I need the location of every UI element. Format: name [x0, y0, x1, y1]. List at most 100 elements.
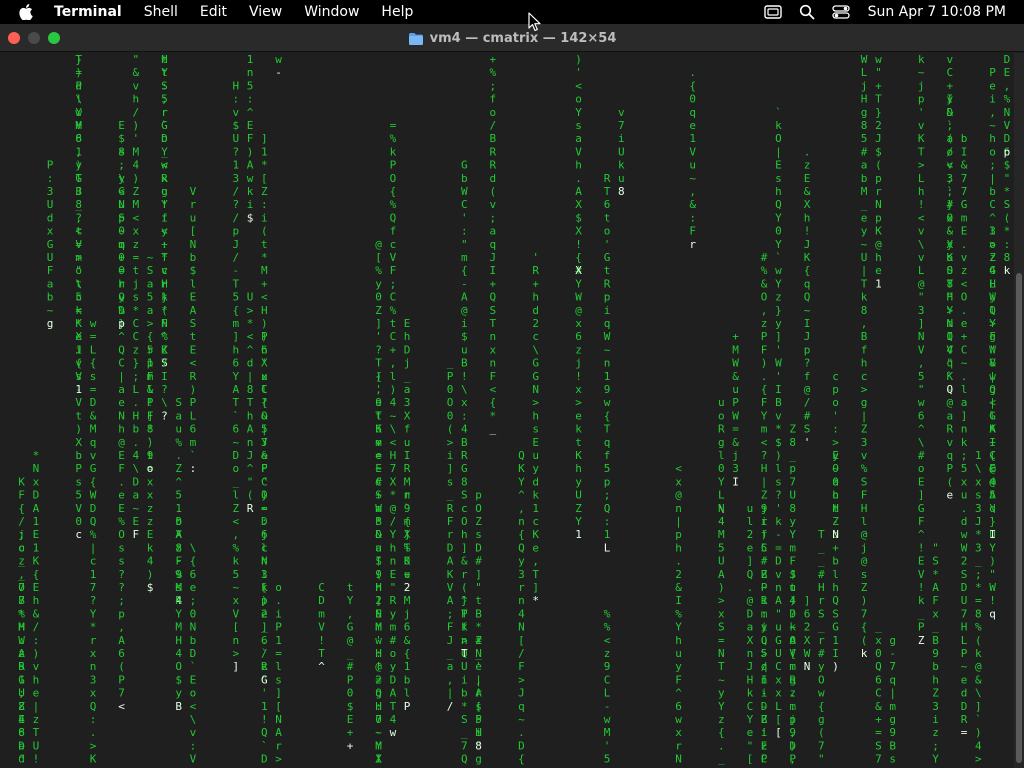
zoom-button[interactable] — [48, 31, 60, 44]
scrollbar[interactable] — [1014, 53, 1024, 768]
matrix-glyph: m — [390, 621, 397, 634]
matrix-glyph: b — [404, 673, 411, 686]
matrix-glyph: h — [118, 277, 125, 290]
matrix-glyph: R — [947, 423, 954, 436]
matrix-glyph: t — [190, 330, 197, 343]
matrix-glyph: 1 — [33, 515, 40, 528]
matrix-glyph: = — [90, 383, 97, 396]
matrix-glyph: ( — [247, 489, 254, 502]
matrix-glyph: } — [775, 304, 782, 317]
matrix-glyph: F — [261, 462, 268, 475]
minimize-button[interactable] — [28, 31, 40, 44]
matrix-glyph: ) — [261, 317, 268, 330]
menu-shell[interactable]: Shell — [133, 0, 189, 24]
menu-view[interactable]: View — [238, 0, 293, 24]
matrix-glyph: s — [575, 119, 582, 132]
matrix-glyph: k — [861, 291, 868, 304]
matrix-glyph: a — [575, 132, 582, 145]
matrix-glyph: E — [190, 343, 197, 356]
matrix-glyph: Z — [161, 343, 168, 356]
title-bar[interactable]: vm4 — cmatrix — 142×54 — [0, 24, 1024, 52]
matrix-glyph: o — [947, 251, 954, 264]
menu-bar-clock[interactable]: Sun Apr 7 10:08 PM — [868, 4, 1006, 20]
menu-help[interactable]: Help — [370, 0, 424, 24]
matrix-glyph: 4 — [789, 594, 796, 607]
matrix-glyph: . — [118, 475, 125, 488]
matrix-glyph: { — [261, 396, 268, 409]
screen-mirroring-icon[interactable] — [762, 4, 784, 20]
matrix-glyph: 7 — [789, 475, 796, 488]
matrix-glyph: w — [818, 687, 825, 700]
matrix-glyph: ? — [375, 343, 382, 356]
matrix-glyph: ~ — [789, 621, 796, 634]
matrix-glyph: J — [789, 568, 796, 581]
search-icon[interactable] — [796, 4, 818, 20]
matrix-glyph: > — [518, 673, 525, 686]
matrix-glyph: H — [861, 502, 868, 515]
menu-app-terminal[interactable]: Terminal — [50, 0, 133, 24]
matrix-glyph: { — [90, 357, 97, 370]
matrix-glyph: ' — [461, 211, 468, 224]
matrix-glyph: T — [233, 396, 240, 409]
matrix-glyph: T — [918, 145, 925, 158]
matrix-glyph: # — [347, 660, 354, 673]
matrix-glyph: u — [404, 568, 411, 581]
matrix-glyph: y — [390, 607, 397, 620]
matrix-glyph: y — [532, 462, 539, 475]
menu-edit[interactable]: Edit — [189, 0, 238, 24]
apple-icon[interactable] — [16, 2, 36, 22]
matrix-glyph: m — [147, 370, 154, 383]
matrix-glyph: = — [875, 726, 882, 739]
control-center-icon[interactable] — [830, 4, 852, 20]
matrix-glyph: v — [75, 357, 82, 370]
matrix-head-glyph: ' — [804, 436, 811, 449]
matrix-glyph: % — [161, 330, 168, 343]
matrix-glyph: Q — [118, 343, 125, 356]
matrix-glyph: 7 — [818, 739, 825, 752]
menu-window[interactable]: Window — [293, 0, 370, 24]
matrix-glyph: 8 — [789, 436, 796, 449]
matrix-glyph: x — [718, 607, 725, 620]
matrix-glyph: z — [133, 343, 140, 356]
matrix-glyph: & — [732, 436, 739, 449]
matrix-glyph: c — [390, 238, 397, 251]
close-button[interactable] — [8, 31, 20, 44]
matrix-glyph: Y — [775, 238, 782, 251]
matrix-glyph: m — [789, 660, 796, 673]
window-controls — [8, 31, 68, 44]
matrix-glyph: a — [961, 396, 968, 409]
matrix-glyph: " — [947, 357, 954, 370]
matrix-glyph: B — [461, 436, 468, 449]
matrix-glyph: < — [261, 291, 268, 304]
matrix-glyph: 6 — [190, 568, 197, 581]
matrix-glyph: " — [247, 475, 254, 488]
matrix-glyph: Z — [575, 502, 582, 515]
matrix-glyph: $ — [1004, 159, 1011, 172]
matrix-glyph: p — [832, 383, 839, 396]
matrix-glyph: | — [261, 423, 268, 436]
matrix-glyph: v — [90, 449, 97, 462]
matrix-glyph: u — [718, 396, 725, 409]
matrix-glyph: = — [118, 264, 125, 277]
matrix-glyph: i — [247, 198, 254, 211]
matrix-glyph: ) — [75, 159, 82, 172]
matrix-glyph: 5 — [18, 660, 25, 673]
matrix-glyph: W — [575, 291, 582, 304]
matrix-glyph: ( — [818, 726, 825, 739]
matrix-glyph: . — [675, 555, 682, 568]
matrix-glyph: ! — [804, 225, 811, 238]
matrix-glyph: * — [490, 409, 497, 422]
terminal-content[interactable]: jo_,O7%M.zR1;846D^-gKF{/;cz_7B*HWA5GUZE8… — [0, 53, 1014, 768]
matrix-glyph: [ — [775, 713, 782, 726]
scroll-thumb[interactable] — [1016, 273, 1022, 763]
matrix-glyph: Y — [575, 106, 582, 119]
matrix-glyph: F — [789, 555, 796, 568]
matrix-glyph: F — [47, 264, 54, 277]
matrix-glyph: } — [261, 489, 268, 502]
matrix-glyph: 8 — [247, 383, 254, 396]
matrix-glyph: a — [861, 159, 868, 172]
matrix-head-glyph: 1 — [75, 383, 82, 396]
matrix-glyph: ) — [75, 423, 82, 436]
matrix-glyph: e — [747, 541, 754, 554]
matrix-glyph: E — [532, 436, 539, 449]
